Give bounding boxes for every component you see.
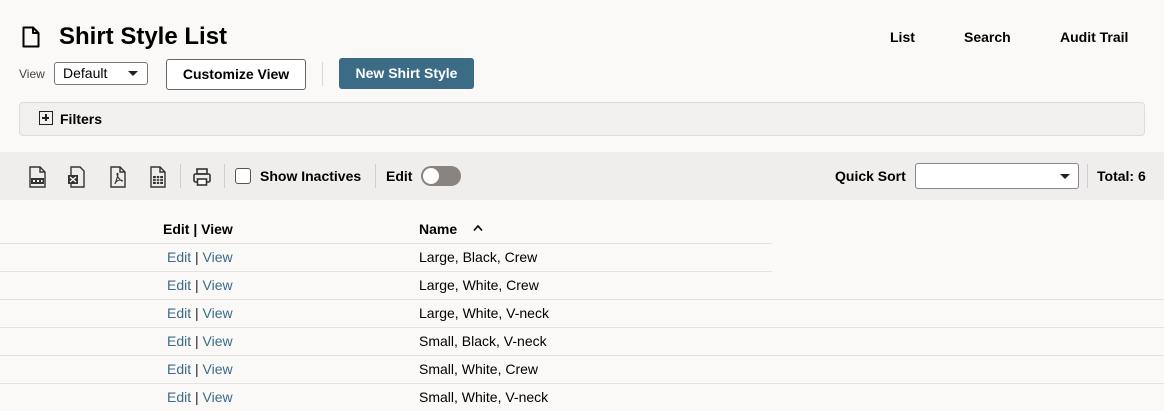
export-csv-icon[interactable] (28, 166, 48, 188)
row-edit-link[interactable]: Edit (167, 305, 191, 321)
row-name: Large, White, V-neck (419, 305, 549, 321)
row-name: Small, White, V-neck (419, 389, 549, 405)
print-icon[interactable] (192, 166, 212, 188)
row-edit-link[interactable]: Edit (167, 277, 191, 293)
column-header-edit-view: Edit | View (163, 221, 233, 237)
view-select[interactable]: Default (54, 62, 148, 85)
link-separator: | (195, 333, 199, 349)
sort-ascending-icon[interactable] (473, 224, 483, 232)
link-separator: | (195, 277, 199, 293)
new-shirt-style-button[interactable]: New Shirt Style (339, 58, 474, 89)
customize-view-button[interactable]: Customize View (166, 59, 306, 90)
quick-sort-label: Quick Sort (835, 168, 906, 184)
row-edit-link[interactable]: Edit (167, 361, 191, 377)
view-select-value: Default (63, 65, 108, 81)
row-view-link[interactable]: View (203, 361, 233, 377)
export-pdf-icon[interactable] (108, 166, 128, 188)
row-view-link[interactable]: View (203, 305, 233, 321)
table-row: Edit | View Large, Black, Crew (0, 243, 1164, 271)
link-separator: | (195, 305, 199, 321)
table-row: Edit | View Large, White, V-neck (0, 299, 1164, 327)
export-excel-icon[interactable] (67, 166, 87, 188)
divider (224, 164, 225, 188)
chevron-down-icon (1060, 174, 1070, 179)
divider (180, 164, 181, 188)
row-name: Small, Black, V-neck (419, 333, 547, 349)
top-nav: List Search Audit Trail (0, 28, 1164, 46)
table-row: Edit | View Large, White, Crew (0, 271, 1164, 299)
nav-list-link[interactable]: List (890, 28, 915, 46)
row-edit-link[interactable]: Edit (167, 333, 191, 349)
link-separator: | (195, 249, 199, 265)
row-view-link[interactable]: View (203, 277, 233, 293)
row-actions: Edit | View (167, 333, 233, 349)
column-header-name[interactable]: Name (419, 221, 457, 237)
filters-label: Filters (60, 111, 103, 127)
table-row: Edit | View Small, White, Crew (0, 355, 1164, 383)
export-spreadsheet-icon[interactable] (148, 166, 168, 188)
row-view-link[interactable]: View (203, 249, 233, 265)
show-inactives-checkbox[interactable] (235, 168, 251, 184)
show-inactives-label: Show Inactives (260, 168, 362, 184)
row-actions: Edit | View (167, 389, 233, 405)
row-edit-link[interactable]: Edit (167, 249, 191, 265)
total-count: Total: 6 (1097, 168, 1146, 184)
expand-plus-icon (39, 111, 53, 125)
table-row: Edit | View Small, White, V-neck (0, 383, 1164, 411)
nav-search-link[interactable]: Search (964, 28, 1011, 46)
chevron-down-icon (128, 71, 138, 76)
row-edit-link[interactable]: Edit (167, 389, 191, 405)
filters-panel-toggle[interactable]: Filters (19, 102, 1145, 136)
nav-audit-trail-link[interactable]: Audit Trail (1060, 28, 1128, 46)
row-name: Large, Black, Crew (419, 249, 538, 265)
row-view-link[interactable]: View (203, 389, 233, 405)
row-actions: Edit | View (167, 361, 233, 377)
divider (1087, 164, 1088, 188)
row-view-link[interactable]: View (203, 333, 233, 349)
edit-mode-label: Edit (386, 168, 413, 184)
quick-sort-select[interactable] (915, 163, 1079, 189)
grid-toolbar: Show Inactives Edit Quick Sort Total: 6 (0, 152, 1164, 200)
table-row: Edit | View Small, Black, V-neck (0, 327, 1164, 355)
edit-mode-toggle[interactable] (421, 166, 461, 186)
row-actions: Edit | View (167, 305, 233, 321)
row-name: Small, White, Crew (419, 361, 539, 377)
row-actions: Edit | View (167, 277, 233, 293)
row-actions: Edit | View (167, 249, 233, 265)
link-separator: | (195, 389, 199, 405)
divider (375, 164, 376, 188)
view-label: View (19, 67, 45, 81)
link-separator: | (195, 361, 199, 377)
divider (322, 62, 323, 86)
toggle-knob (423, 168, 439, 184)
row-name: Large, White, Crew (419, 277, 539, 293)
